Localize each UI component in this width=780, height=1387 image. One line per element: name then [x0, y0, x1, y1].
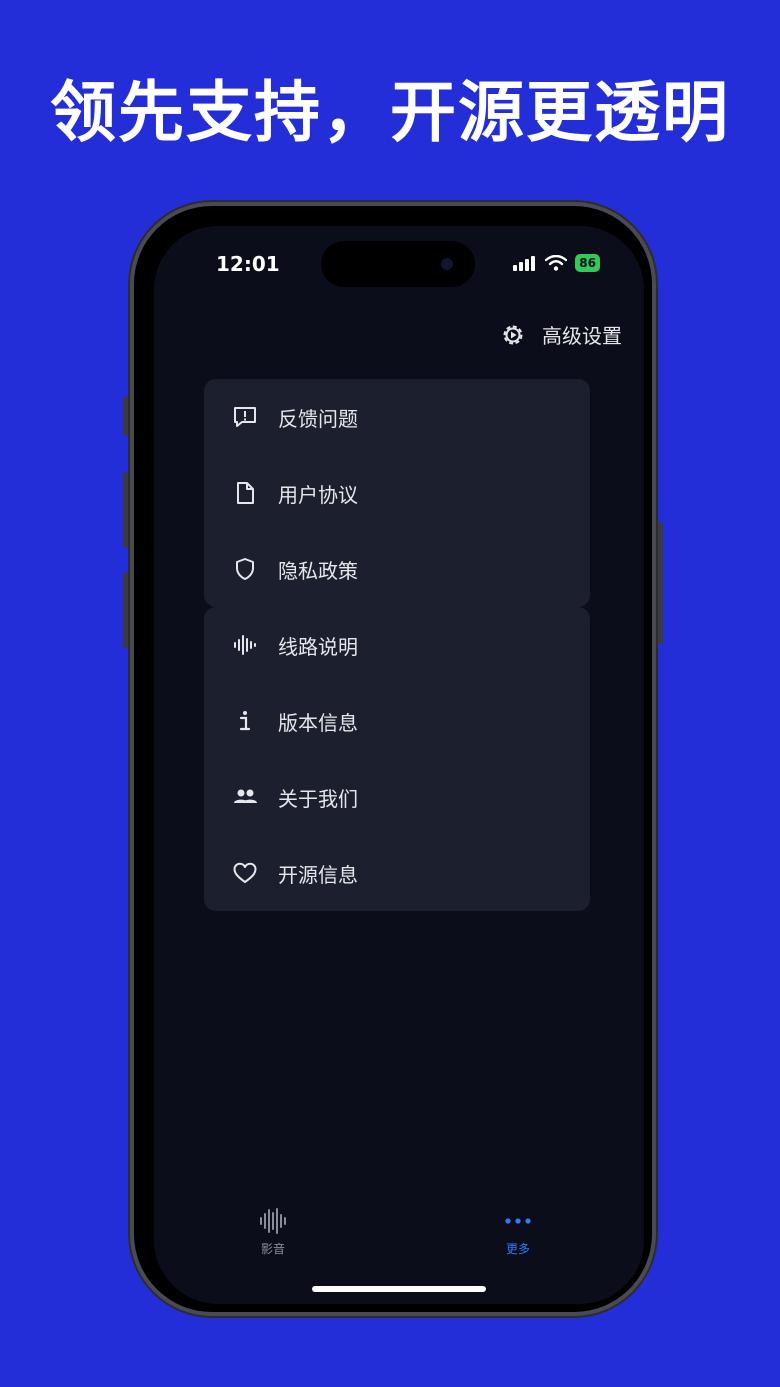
menu-group-info: 线路说明 版本信息 关于我们 开源信息	[204, 607, 590, 911]
tab-bar: 影音 更多	[154, 1206, 644, 1266]
shield-icon	[232, 556, 258, 582]
volume-up-button	[123, 472, 128, 548]
menu-item-user-agreement[interactable]: 用户协议	[204, 455, 590, 531]
status-time: 12:01	[216, 252, 280, 276]
action-button	[123, 396, 128, 436]
menu-item-label: 线路说明	[278, 634, 358, 659]
headline: 领先支持，开源更透明	[50, 74, 730, 151]
tab-media[interactable]: 影音	[258, 1206, 288, 1257]
status-indicators: 86	[513, 254, 600, 272]
menu-group-legal: 反馈问题 用户协议 隐私政策	[204, 379, 590, 607]
dynamic-island	[321, 241, 475, 287]
document-icon	[232, 480, 258, 506]
more-dots-icon	[505, 1218, 531, 1224]
menu-item-label: 关于我们	[278, 786, 358, 811]
promo-page: 领先支持，开源更透明 12:01 86 高级设置 反馈问题 用户协议 隐私政策 …	[0, 0, 780, 1387]
menu-item-label: 反馈问题	[278, 406, 358, 431]
phone-screen: 12:01 86 高级设置 反馈问题 用户协议 隐私政策 线路说明 版本信息 关…	[154, 226, 644, 1304]
power-button	[658, 522, 663, 644]
menu-item-about-us[interactable]: 关于我们	[204, 759, 590, 835]
feedback-icon	[232, 404, 258, 430]
gear-icon	[503, 325, 523, 344]
menu-item-privacy-policy[interactable]: 隐私政策	[204, 531, 590, 607]
advanced-settings-button[interactable]: 高级设置	[500, 320, 622, 349]
tab-label: 更多	[505, 1242, 530, 1256]
menu-item-feedback[interactable]: 反馈问题	[204, 379, 590, 455]
waveform-icon	[260, 1208, 286, 1234]
cellular-signal-icon	[513, 256, 536, 271]
advanced-settings-label: 高级设置	[542, 324, 622, 348]
menu-item-label: 用户协议	[278, 482, 358, 507]
menu-item-label: 开源信息	[278, 862, 358, 887]
tab-label: 影音	[260, 1242, 285, 1256]
menu-item-label: 版本信息	[278, 710, 358, 735]
camera-icon	[441, 258, 453, 270]
menu-item-route-info[interactable]: 线路说明	[204, 607, 590, 683]
battery-indicator: 86	[575, 254, 600, 272]
phone-bezel: 12:01 86 高级设置 反馈问题 用户协议 隐私政策 线路说明 版本信息 关…	[134, 206, 652, 1312]
info-icon	[232, 708, 258, 734]
waveform-icon	[232, 632, 258, 658]
phone-frame: 12:01 86 高级设置 反馈问题 用户协议 隐私政策 线路说明 版本信息 关…	[123, 200, 663, 1318]
menu-item-open-source[interactable]: 开源信息	[204, 835, 590, 911]
volume-down-button	[123, 572, 128, 648]
wifi-icon	[545, 255, 568, 271]
tab-more[interactable]: 更多	[503, 1206, 533, 1257]
menu-item-version-info[interactable]: 版本信息	[204, 683, 590, 759]
menu-item-label: 隐私政策	[278, 558, 358, 583]
people-icon	[232, 784, 258, 810]
home-indicator[interactable]	[312, 1286, 486, 1292]
heart-icon	[232, 860, 258, 886]
